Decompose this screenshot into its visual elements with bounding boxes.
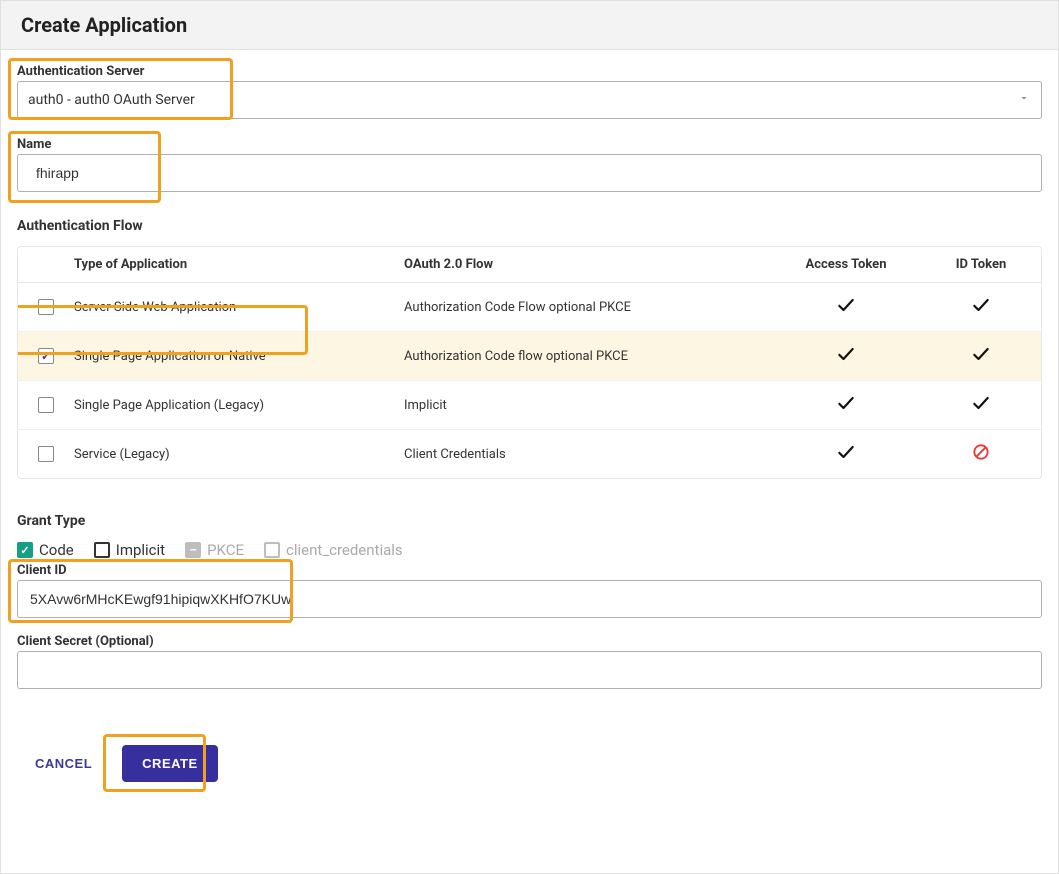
- grant-label: client_credentials: [286, 541, 403, 559]
- grant-item-implicit[interactable]: Implicit: [94, 541, 165, 559]
- auth-server-label: Authentication Server: [17, 64, 1042, 81]
- flow-row-type: Single Page Application or Native: [74, 349, 404, 364]
- flow-row-access-token: [771, 393, 921, 417]
- col-flow-header: OAuth 2.0 Flow: [404, 257, 771, 272]
- grant-type-row: Code Implicit PKCE client_credentials: [17, 541, 1042, 559]
- client-id-field: Client ID: [17, 563, 1042, 618]
- table-row[interactable]: Service (Legacy)Client Credentials: [18, 430, 1041, 478]
- client-secret-input[interactable]: [17, 651, 1042, 689]
- flow-row-id-token: [921, 344, 1041, 368]
- flow-row-type: Single Page Application (Legacy): [74, 398, 404, 413]
- flow-row-checkbox[interactable]: [38, 299, 54, 315]
- flow-row-flow: Client Credentials: [404, 447, 771, 462]
- client-id-input[interactable]: [17, 580, 1042, 618]
- create-button[interactable]: CREATE: [122, 745, 217, 782]
- flow-row-id-token: [921, 442, 1041, 466]
- flow-row-id-token: [921, 295, 1041, 319]
- col-id-token-header: ID Token: [921, 257, 1041, 272]
- auth-flow-section-title: Authentication Flow: [17, 218, 1042, 234]
- client-id-label: Client ID: [17, 563, 1042, 580]
- grant-label: PKCE: [207, 541, 244, 559]
- flow-row-access-token: [771, 295, 921, 319]
- actions-row: CANCEL CREATE: [17, 745, 1042, 782]
- client-secret-field: Client Secret (Optional): [17, 634, 1042, 689]
- name-field: Name: [17, 137, 1042, 192]
- name-input[interactable]: [17, 154, 1042, 192]
- flow-row-type: Server Side Web Application: [74, 300, 404, 315]
- grant-item-pkce: PKCE: [185, 541, 244, 559]
- client-secret-label: Client Secret (Optional): [17, 634, 1042, 651]
- cancel-button[interactable]: CANCEL: [17, 746, 110, 781]
- grant-label: Implicit: [116, 541, 165, 559]
- dialog-body: Authentication Server auth0 - auth0 OAut…: [1, 50, 1058, 802]
- auth-server-select-wrap: auth0 - auth0 OAuth Server: [17, 81, 1042, 119]
- grant-checkbox[interactable]: [17, 542, 33, 558]
- col-type-header: Type of Application: [74, 257, 404, 272]
- grant-item-client_credentials: client_credentials: [264, 541, 403, 559]
- flow-row-checkbox[interactable]: [38, 446, 54, 462]
- auth-flow-header-row: Type of Application OAuth 2.0 Flow Acces…: [18, 247, 1041, 283]
- grant-checkbox[interactable]: [94, 542, 110, 558]
- flow-row-access-token: [771, 344, 921, 368]
- name-label: Name: [17, 137, 1042, 154]
- grant-checkbox: [264, 542, 280, 558]
- table-row[interactable]: Single Page Application or NativeAuthori…: [18, 332, 1041, 381]
- flow-row-type: Service (Legacy): [74, 447, 404, 462]
- auth-server-field: Authentication Server auth0 - auth0 OAut…: [17, 64, 1042, 119]
- dialog-header: Create Application: [1, 1, 1058, 50]
- auth-server-select[interactable]: auth0 - auth0 OAuth Server: [17, 81, 1042, 119]
- flow-row-id-token: [921, 393, 1041, 417]
- flow-row-flow: Authorization Code Flow optional PKCE: [404, 300, 771, 315]
- grant-label: Code: [39, 541, 74, 559]
- flow-row-checkbox[interactable]: [38, 397, 54, 413]
- auth-flow-table: Type of Application OAuth 2.0 Flow Acces…: [17, 246, 1042, 479]
- auth-server-value: auth0 - auth0 OAuth Server: [28, 92, 195, 108]
- grant-type-section-title: Grant Type: [17, 513, 1042, 529]
- grant-item-code[interactable]: Code: [17, 541, 74, 559]
- create-application-dialog: Create Application Authentication Server…: [0, 0, 1059, 874]
- flow-row-checkbox[interactable]: [38, 348, 54, 364]
- flow-row-access-token: [771, 442, 921, 466]
- col-access-token-header: Access Token: [771, 257, 921, 272]
- flow-row-flow: Implicit: [404, 398, 771, 413]
- table-row[interactable]: Single Page Application (Legacy)Implicit: [18, 381, 1041, 430]
- page-title: Create Application: [21, 13, 1038, 37]
- flow-row-flow: Authorization Code flow optional PKCE: [404, 349, 771, 364]
- table-row[interactable]: Server Side Web ApplicationAuthorization…: [18, 283, 1041, 332]
- grant-checkbox: [185, 542, 201, 558]
